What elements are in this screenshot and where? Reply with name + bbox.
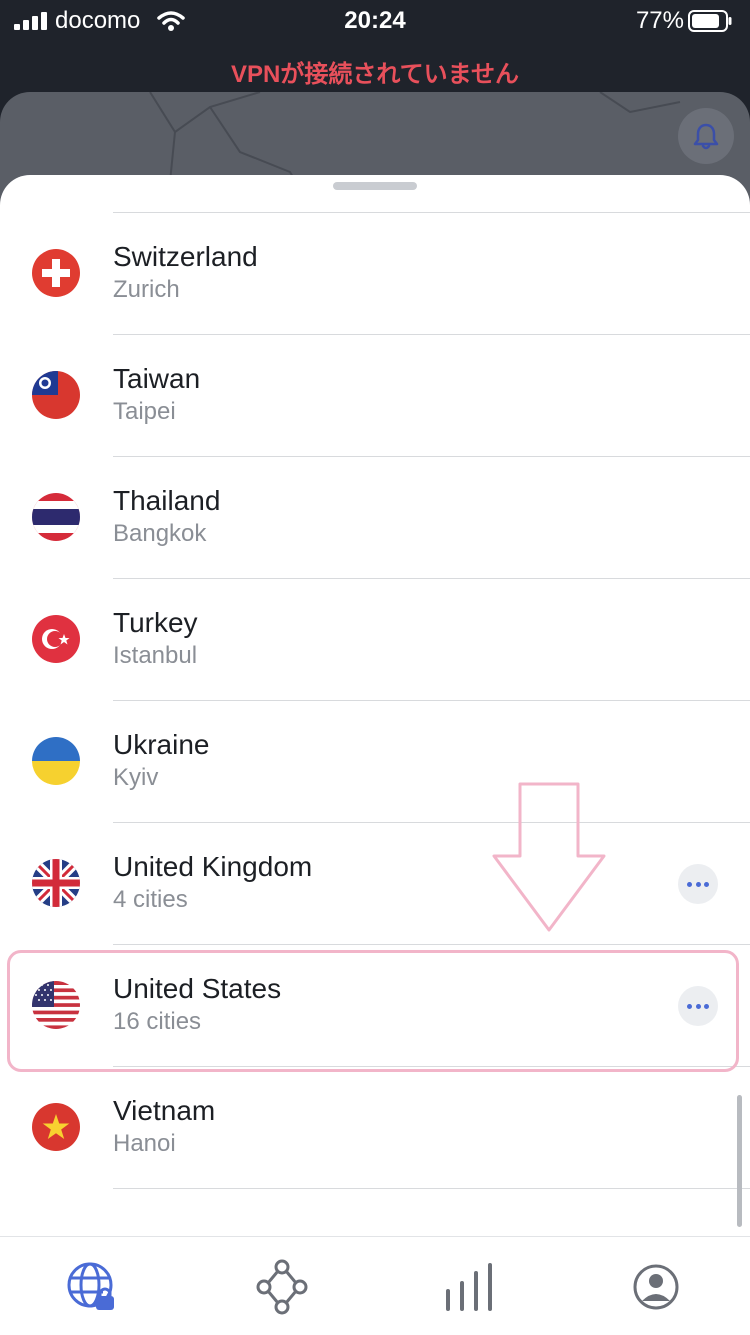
tab-globe-lock[interactable] — [63, 1257, 123, 1317]
ukraine-flag-icon — [32, 737, 80, 785]
country-row-ukraine[interactable]: Ukraine Kyiv — [0, 701, 750, 823]
tab-profile[interactable] — [626, 1257, 686, 1317]
country-row-taiwan[interactable]: Taiwan Taipei — [0, 335, 750, 457]
more-options-button[interactable] — [678, 864, 718, 904]
scrollbar[interactable] — [737, 1095, 742, 1227]
country-location: Zurich — [113, 276, 180, 303]
country-name: Taiwan — [113, 363, 201, 394]
down-arrow-icon — [492, 782, 606, 932]
turkey-flag-icon — [32, 615, 80, 663]
nodes-icon — [256, 1259, 308, 1315]
dot — [704, 1004, 709, 1009]
dot — [687, 882, 692, 887]
country-list: Switzerland Zurich Taiwan Taipei Thailan… — [0, 213, 750, 1189]
dot — [687, 1004, 692, 1009]
vpn-status-banner: VPNが接続されていません — [231, 61, 519, 88]
vietnam-flag-icon — [32, 1103, 80, 1151]
notification-button[interactable] — [678, 108, 734, 164]
tab-stats[interactable] — [440, 1257, 500, 1317]
taiwan-flag-icon — [32, 371, 80, 419]
country-list-sheet[interactable]: Switzerland Zurich Taiwan Taipei Thailan… — [0, 175, 750, 1334]
tab-nodes[interactable] — [252, 1257, 312, 1317]
country-name: United States — [113, 973, 282, 1004]
country-location: Bangkok — [113, 520, 207, 547]
dot — [695, 1004, 701, 1009]
dot — [704, 882, 709, 887]
battery-percent: 77% — [635, 7, 684, 34]
status-bar: docomo 20:24 77% — [0, 0, 750, 42]
country-row-turkey[interactable]: Turkey Istanbul — [0, 579, 750, 701]
country-name: Switzerland — [113, 241, 258, 272]
bars-icon — [446, 1263, 492, 1311]
country-name: Vietnam — [113, 1095, 216, 1126]
country-row-united-kingdom[interactable]: United Kingdom 4 cities — [0, 823, 750, 945]
bell-icon — [693, 123, 719, 150]
uk-flag-icon — [32, 859, 80, 907]
country-name: Turkey — [113, 607, 198, 638]
switzerland-flag-icon — [32, 249, 80, 297]
country-name: United Kingdom — [113, 851, 313, 882]
country-location: Taipei — [113, 398, 176, 425]
battery-icon — [688, 10, 732, 32]
profile-icon — [633, 1264, 679, 1310]
country-row-vietnam[interactable]: Vietnam Hanoi — [0, 1067, 750, 1189]
sheet-drag-handle[interactable] — [333, 182, 417, 190]
country-location: Kyiv — [113, 764, 159, 791]
divider — [113, 1188, 750, 1189]
more-options-button[interactable] — [678, 986, 718, 1026]
country-location: Istanbul — [113, 642, 198, 669]
country-name: Thailand — [113, 485, 221, 516]
bottom-tab-bar — [0, 1236, 750, 1335]
country-location: 4 cities — [113, 886, 188, 913]
country-location: 16 cities — [113, 1008, 202, 1035]
dot — [695, 882, 701, 887]
thailand-flag-icon — [32, 493, 80, 541]
country-name: Ukraine — [113, 729, 210, 760]
country-row-united-states[interactable]: United States 16 cities — [0, 945, 750, 1067]
globe-lock-icon — [67, 1262, 114, 1310]
us-flag-icon — [32, 981, 80, 1029]
country-row-switzerland[interactable]: Switzerland Zurich — [0, 213, 750, 335]
country-location: Hanoi — [113, 1130, 176, 1157]
country-row-thailand[interactable]: Thailand Bangkok — [0, 457, 750, 579]
